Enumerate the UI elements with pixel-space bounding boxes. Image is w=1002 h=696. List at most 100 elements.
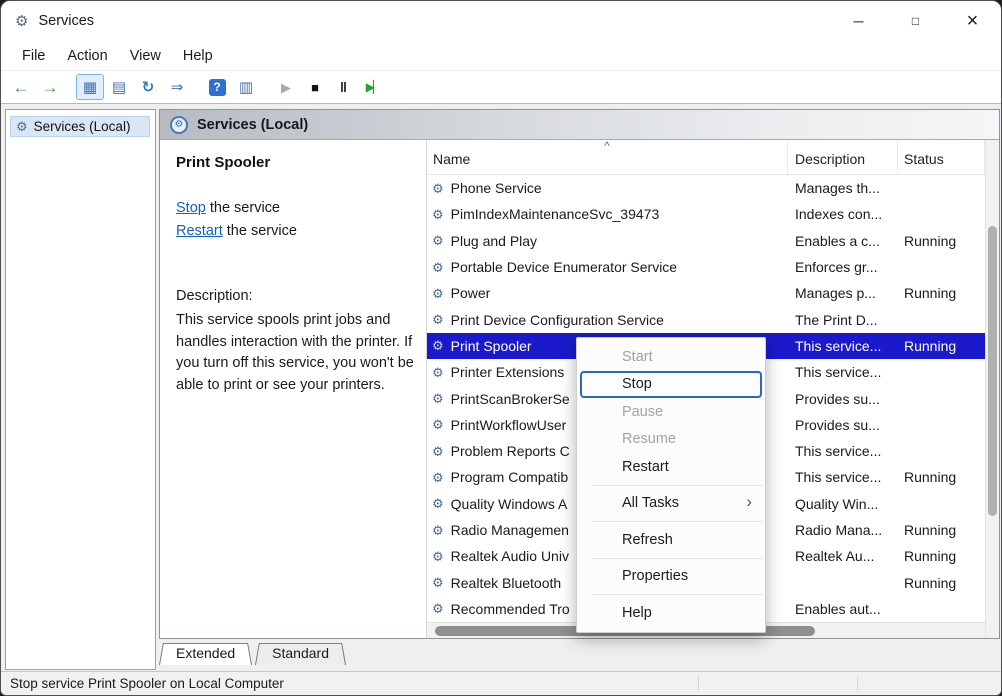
service-actions: Stop the service Restart the service (176, 197, 418, 242)
service-description: This service... (788, 443, 898, 459)
menu-item-start[interactable]: Start (577, 343, 765, 371)
show-console-tree-button[interactable]: ▦ (76, 74, 104, 100)
menu-item-refresh[interactable]: Refresh (577, 526, 765, 554)
service-gear-icon: ⚙ (432, 392, 444, 405)
service-row[interactable]: ⚙Portable Device Enumerator Service Enfo… (427, 254, 985, 280)
menu-item-label: Stop (622, 376, 652, 392)
menu-item-label: Pause (622, 404, 663, 420)
menu-item-pause[interactable]: Pause (577, 398, 765, 426)
status-bar: Stop service Print Spooler on Local Comp… (1, 671, 1001, 695)
services-window: ⚙ Services ─ □ × File Action View Help ←… (0, 0, 1002, 696)
service-gear-icon: ⚙ (432, 234, 444, 247)
menu-view[interactable]: View (119, 45, 172, 67)
service-gear-icon: ⚙ (432, 497, 444, 510)
service-gear-icon: ⚙ (432, 602, 444, 615)
minimize-button[interactable]: ─ (830, 1, 887, 41)
pane-header: ⚙ Services (Local) (160, 110, 999, 140)
menu-separator (591, 485, 762, 486)
service-gear-icon: ⚙ (432, 576, 444, 589)
service-row[interactable]: ⚙Print Device Configuration Service The … (427, 306, 985, 332)
menu-item-stop[interactable]: Stop (580, 371, 762, 399)
close-button[interactable]: × (944, 1, 1001, 41)
services-header-icon: ⚙ (170, 116, 188, 134)
menu-file[interactable]: File (11, 45, 56, 67)
service-name: PimIndexMaintenanceSvc_39473 (451, 206, 660, 222)
menu-item-restart[interactable]: Restart (577, 453, 765, 481)
service-name-cell: ⚙ Plug and Play (427, 233, 788, 249)
status-divider (857, 676, 858, 691)
status-divider (698, 676, 699, 691)
maximize-icon: □ (912, 14, 919, 28)
tree-item-services-local[interactable]: ⚙ Services (Local) (10, 116, 150, 137)
service-status: Running (898, 338, 985, 354)
service-description: Manages p... (788, 285, 898, 301)
column-label-description: Description (795, 151, 865, 167)
sort-ascending-icon: ^ (427, 140, 787, 152)
column-label-status: Status (904, 151, 944, 167)
service-name: Print Device Configuration Service (451, 312, 664, 328)
stop-service-button[interactable]: ■ (301, 74, 329, 100)
service-description: This service... (788, 364, 898, 380)
menu-item-label: Restart (622, 459, 669, 475)
tab-label: Extended (176, 645, 235, 661)
vertical-scrollbar[interactable] (985, 140, 999, 638)
service-row[interactable]: ⚙PimIndexMaintenanceSvc_39473 Indexes co… (427, 201, 985, 227)
column-header-description[interactable]: Description (788, 140, 898, 174)
service-name-cell: ⚙Portable Device Enumerator Service (427, 259, 788, 275)
start-service-icon: ▶ (281, 81, 291, 94)
service-gear-icon: ⚙ (432, 182, 444, 195)
service-status: Running (898, 233, 985, 249)
forward-button[interactable]: → (36, 74, 64, 100)
menu-item-properties[interactable]: Properties (577, 563, 765, 591)
menu-separator (591, 558, 762, 559)
pause-service-button[interactable]: ‖ (330, 74, 358, 100)
menu-action[interactable]: Action (56, 45, 118, 67)
start-service-button[interactable]: ▶ (272, 74, 300, 100)
service-row[interactable]: ⚙Plug and Play Enables a c... Running (427, 228, 985, 254)
service-name: Printer Extensions (451, 364, 565, 380)
service-name: Realtek Audio Univ (451, 548, 569, 564)
back-button[interactable]: ← (7, 74, 35, 100)
service-gear-icon: ⚙ (432, 445, 444, 458)
tab-standard[interactable]: Standard (255, 641, 346, 665)
help-button[interactable]: ? (203, 74, 231, 100)
service-description: This service... (788, 469, 898, 485)
service-gear-icon: ⚙ (432, 339, 444, 352)
service-name-cell: ⚙Print Device Configuration Service (427, 312, 788, 328)
menu-item-all-tasks[interactable]: All Tasks› (577, 490, 765, 518)
export-list-icon: ⇒ (171, 80, 184, 95)
service-row[interactable]: ⚙Phone Service Manages th... (427, 175, 985, 201)
service-name-cell: ⚙Power (427, 285, 788, 301)
stop-service-link[interactable]: Stop (176, 200, 206, 216)
service-row[interactable]: ⚙Power Manages p... Running (427, 280, 985, 306)
menu-separator (591, 521, 762, 522)
restart-service-link[interactable]: Restart (176, 223, 223, 239)
menu-bar: File Action View Help (1, 41, 1001, 71)
restart-service-button[interactable]: ▶▏ (359, 74, 387, 100)
column-label-name: Name (433, 151, 470, 167)
tab-extended[interactable]: Extended (159, 641, 252, 665)
column-header-name[interactable]: ^ Name (427, 140, 788, 174)
restart-service-icon: ▶▏ (366, 81, 380, 93)
maximize-button[interactable]: □ (887, 1, 944, 41)
service-name: Program Compatib (451, 469, 569, 485)
console-tree-panel: ⚙ Services (Local) (5, 109, 156, 670)
stop-action-suffix: the service (206, 200, 280, 216)
export-list-button[interactable]: ⇒ (163, 74, 191, 100)
menu-item-help[interactable]: Help (577, 599, 765, 627)
services-node-icon: ⚙ (16, 120, 28, 133)
stop-service-icon: ■ (311, 81, 319, 94)
service-gear-icon: ⚙ (432, 287, 444, 300)
service-name: Plug and Play (451, 233, 537, 249)
menu-item-label: Properties (622, 568, 688, 584)
menu-help[interactable]: Help (172, 45, 224, 67)
show-action-pane-button[interactable]: ▥ (232, 74, 260, 100)
vertical-scrollbar-thumb[interactable] (988, 226, 997, 516)
services-app-icon: ⚙ (15, 14, 28, 29)
properties-button[interactable]: ▤ (105, 74, 133, 100)
window-title: Services (38, 13, 94, 29)
column-header-status[interactable]: Status (898, 140, 985, 174)
menu-item-resume[interactable]: Resume (577, 426, 765, 454)
service-gear-icon: ⚙ (432, 208, 444, 221)
refresh-button[interactable]: ↻ (134, 74, 162, 100)
